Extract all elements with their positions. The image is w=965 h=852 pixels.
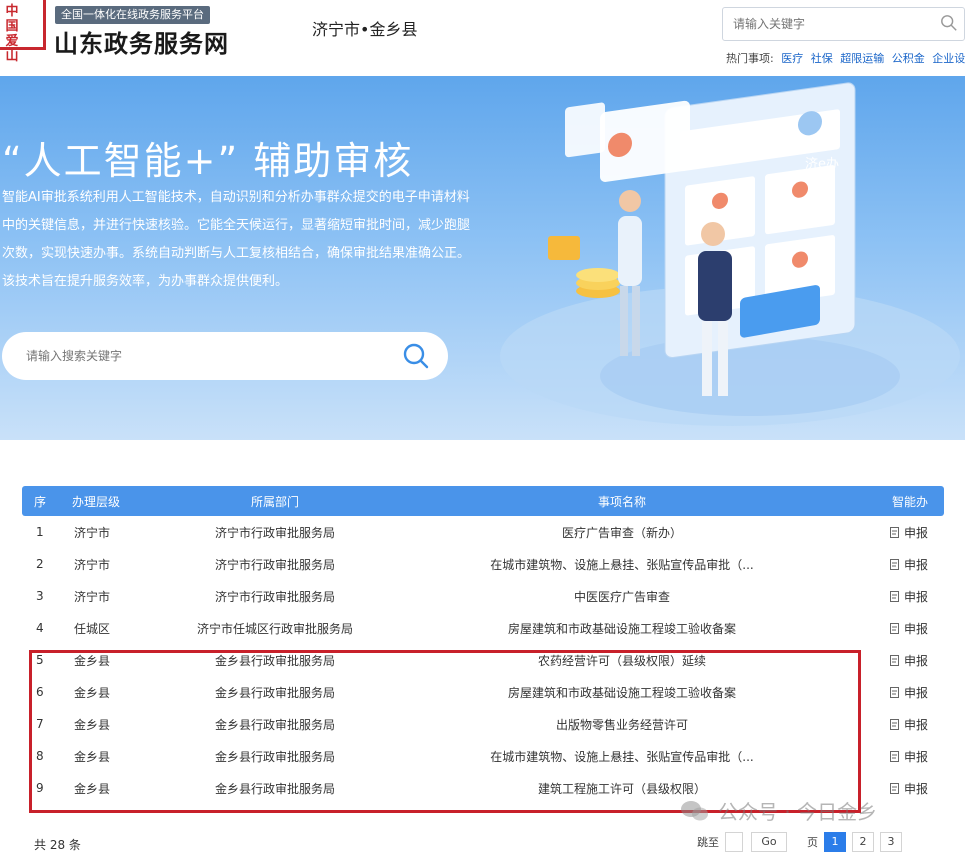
hot-item-housing-fund[interactable]: 公积金 (892, 52, 925, 65)
table-row: 3 济宁市 济宁市行政审批服务局 中医医疗广告审查 申报 (22, 580, 944, 612)
cell-item-link[interactable]: 中医医疗广告审查 (380, 588, 864, 605)
banner-title: “人工智能+” 辅助审核 (2, 139, 414, 183)
cell-dept: 济宁市行政审批服务局 (214, 589, 335, 604)
edit-doc-icon (890, 750, 899, 762)
edit-doc-icon (890, 558, 899, 570)
hot-item-overlimit-transport[interactable]: 超限运输 (840, 52, 884, 65)
cell-level: 任城区 (74, 621, 111, 636)
logo-seal: 中国 爱山 (0, 0, 46, 64)
hot-items-bar: 热门事项: 医疗 社保 超限运输 公积金 企业设立 (726, 50, 965, 66)
cell-item-link[interactable]: 医疗广告审查（新办） (380, 524, 864, 541)
col-header-dept: 所属部门 (250, 494, 299, 509)
page-3-button[interactable]: 3 (880, 832, 902, 852)
site-name[interactable]: 山东政务服务网 (54, 24, 229, 59)
apply-button[interactable]: 申报 (890, 716, 928, 733)
apply-button[interactable]: 申报 (890, 556, 928, 573)
jump-page-input[interactable] (725, 832, 743, 852)
edit-doc-icon (890, 718, 899, 730)
cell-no: 1 (36, 525, 44, 539)
search-icon[interactable] (940, 14, 958, 32)
hot-item-enterprise[interactable]: 企业设立 (932, 52, 965, 65)
hot-item-social-security[interactable]: 社保 (811, 52, 833, 65)
cell-no: 3 (36, 589, 44, 603)
apply-button[interactable]: 申报 (890, 684, 928, 701)
top-search-box[interactable] (722, 7, 965, 41)
banner-search-input[interactable] (2, 332, 372, 380)
cell-level: 济宁市 (74, 589, 111, 604)
edit-doc-icon (890, 686, 899, 698)
banner-search-box[interactable] (2, 332, 448, 380)
apply-button[interactable]: 申报 (890, 748, 928, 765)
apply-button[interactable]: 申报 (890, 524, 928, 541)
cell-dept: 济宁市行政审批服务局 (214, 557, 335, 572)
apply-button[interactable]: 申报 (890, 652, 928, 669)
watermark: 公众号 · 今日金乡 (680, 796, 877, 825)
cell-dept: 济宁市任城区行政审批服务局 (196, 621, 353, 636)
page-2-button[interactable]: 2 (852, 832, 874, 852)
apply-button[interactable]: 申报 (890, 588, 928, 605)
apply-button[interactable]: 申报 (890, 620, 928, 637)
hot-item-medical[interactable]: 医疗 (781, 52, 803, 65)
top-search-input[interactable] (723, 8, 923, 40)
edit-doc-icon (890, 590, 899, 602)
edit-doc-icon (890, 526, 899, 538)
table-header: 序 办理层级 所属部门 事项名称 智能办 (22, 486, 944, 516)
table-row: 1 济宁市 济宁市行政审批服务局 医疗广告审查（新办） 申报 (22, 516, 944, 548)
pagination: 跳至 Go 页 1 2 3 (697, 832, 902, 852)
hot-items-label: 热门事项: (726, 52, 774, 65)
platform-tag: 全国一体化在线政务服务平台 (55, 6, 210, 24)
cell-item-link[interactable]: 在城市建筑物、设施上悬挂、张贴宣传品审批（... (380, 556, 864, 573)
table-row: 2 济宁市 济宁市行政审批服务局 在城市建筑物、设施上悬挂、张贴宣传品审批（..… (22, 548, 944, 580)
site-header: 中国 爱山 全国一体化在线政务服务平台 山东政务服务网 济宁市•金乡县 热门事项… (0, 0, 965, 76)
cell-item-link[interactable]: 房屋建筑和市政基础设施工程竣工验收备案 (380, 620, 864, 637)
col-header-level: 办理层级 (72, 494, 121, 509)
apply-button[interactable]: 申报 (890, 780, 928, 797)
cell-level: 济宁市 (74, 525, 111, 540)
region-selector[interactable]: 济宁市•金乡县 (312, 16, 417, 40)
cell-level: 济宁市 (74, 557, 111, 572)
highlight-box (29, 650, 861, 813)
ai-review-illustration-icon: 济e办 (500, 82, 960, 426)
cell-no: 4 (36, 621, 44, 635)
banner-description: 智能AI审批系统利用人工智能技术，自动识别和分析办事群众提交的电子申请材料中的关… (2, 190, 471, 289)
hero-banner: “人工智能+” 辅助审核 智能AI审批系统利用人工智能技术，自动识别和分析办事群… (0, 76, 965, 440)
col-header-smart: 智能办 (892, 494, 929, 509)
page-label: 页 (807, 836, 818, 849)
illus-badge: 济e办 (805, 157, 839, 172)
col-header-no: 序 (34, 494, 47, 509)
cell-dept: 济宁市行政审批服务局 (214, 525, 335, 540)
search-icon[interactable] (402, 342, 430, 370)
edit-doc-icon (890, 782, 899, 794)
edit-doc-icon (890, 654, 899, 666)
go-button[interactable]: Go (751, 832, 787, 852)
edit-doc-icon (890, 622, 899, 634)
jump-label: 跳至 (697, 836, 719, 849)
page-1-button[interactable]: 1 (824, 832, 846, 852)
cell-no: 2 (36, 557, 44, 571)
wechat-icon (681, 800, 708, 820)
col-header-item: 事项名称 (597, 494, 646, 509)
total-count: 共 28 条 (34, 838, 81, 852)
table-row: 4 任城区 济宁市任城区行政审批服务局 房屋建筑和市政基础设施工程竣工验收备案 … (22, 612, 944, 644)
